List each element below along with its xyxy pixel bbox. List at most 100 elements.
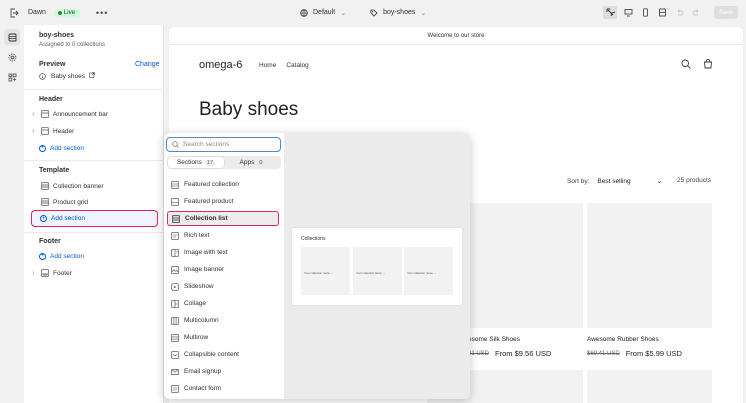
sort-select-value: Best selling bbox=[597, 177, 631, 185]
inspector-icon[interactable] bbox=[603, 6, 617, 19]
fullscreen-icon[interactable] bbox=[657, 7, 668, 18]
section-item-product-grid[interactable]: Product grid bbox=[32, 195, 88, 209]
preview-label: Preview bbox=[39, 61, 66, 68]
template-group-label: Template bbox=[39, 167, 70, 174]
section-option-label: Featured product bbox=[184, 198, 234, 205]
section-item-label: Footer bbox=[53, 269, 72, 277]
page-subtitle: Assigned to 0 collections bbox=[39, 42, 106, 48]
section-item-header[interactable]: › Header bbox=[32, 124, 74, 138]
footer-layout-icon bbox=[40, 269, 49, 278]
nav-home-link[interactable]: Home bbox=[259, 62, 276, 69]
sections-sidebar: boy-shoes Assigned to 0 collections Prev… bbox=[24, 25, 164, 403]
section-option-featured-collection[interactable]: Featured collection bbox=[167, 177, 279, 192]
save-button[interactable]: Save bbox=[714, 6, 738, 19]
store-logo[interactable]: omega-6 bbox=[199, 59, 242, 71]
announcement-bar: Welcome to our store bbox=[169, 27, 743, 45]
add-section-footer-button[interactable]: + Add section bbox=[39, 249, 84, 263]
section-item-label: Header bbox=[53, 127, 75, 135]
image-with-text-icon bbox=[171, 248, 179, 257]
divider bbox=[24, 160, 164, 161]
top-bar-center: Default ⌄ boy-shoes ⌄ bbox=[300, 0, 426, 25]
change-preview-link[interactable]: Change bbox=[135, 61, 160, 68]
contact-form-icon bbox=[171, 384, 179, 393]
section-option-multirow[interactable]: Multirow bbox=[167, 330, 279, 345]
section-layout-icon bbox=[40, 127, 49, 136]
tag-icon bbox=[370, 9, 378, 17]
section-item-footer[interactable]: › Footer bbox=[32, 266, 72, 280]
page-select[interactable]: boy-shoes ⌄ bbox=[370, 9, 426, 17]
product-card-image[interactable] bbox=[587, 203, 712, 328]
multirow-icon bbox=[171, 333, 179, 342]
section-option-collapsible-content[interactable]: Collapsible content bbox=[167, 347, 279, 362]
section-option-contact-form[interactable]: Contact form bbox=[167, 381, 279, 396]
search-sections-field[interactable] bbox=[166, 137, 281, 152]
plus-circle-icon: + bbox=[40, 215, 47, 222]
globe-icon bbox=[300, 8, 308, 17]
sort-select[interactable]: Best selling ⌄ bbox=[597, 177, 662, 186]
preview-collection-tile: Your collection name → bbox=[353, 247, 402, 295]
slideshow-icon bbox=[171, 282, 179, 291]
nav-catalog-link[interactable]: Catalog bbox=[286, 62, 308, 69]
page-title: boy-shoes bbox=[39, 32, 75, 39]
section-option-email-signup[interactable]: Email signup bbox=[167, 364, 279, 379]
section-option-multicolumn[interactable]: Multicolumn bbox=[167, 313, 279, 328]
redo-icon[interactable] bbox=[691, 7, 702, 18]
apps-rail-button[interactable] bbox=[4, 69, 20, 85]
mobile-view-icon[interactable] bbox=[640, 7, 651, 18]
collapsible-content-icon bbox=[171, 350, 179, 359]
section-option-label: Contact form bbox=[184, 385, 222, 392]
template-select[interactable]: Default ⌄ bbox=[300, 8, 346, 17]
divider bbox=[24, 232, 164, 233]
section-option-label: Slideshow bbox=[184, 283, 214, 290]
chevron-right-icon[interactable]: › bbox=[32, 270, 40, 277]
chevron-right-icon[interactable]: › bbox=[32, 111, 40, 118]
sections-rail-button[interactable] bbox=[4, 29, 20, 45]
search-icon bbox=[172, 141, 179, 148]
sort-control[interactable]: Sort by: Best selling ⌄ bbox=[567, 177, 662, 186]
product-card-title[interactable]: Awesome Rubber Shoes bbox=[587, 336, 659, 343]
section-item-announcement-bar[interactable]: › Announcement bar bbox=[32, 107, 108, 121]
section-option-collection-list[interactable]: Collection list bbox=[167, 211, 279, 226]
rich-text-icon bbox=[171, 231, 179, 240]
tab-apps[interactable]: Apps 0 bbox=[224, 157, 280, 168]
section-option-image-with-text[interactable]: Image with text bbox=[167, 245, 279, 260]
section-layout-icon bbox=[40, 182, 49, 191]
collection-list-preview: Collections Your collection name → Your … bbox=[292, 228, 462, 305]
search-icon[interactable] bbox=[681, 59, 691, 71]
section-option-collage[interactable]: Collage bbox=[167, 296, 279, 311]
section-item-collection-banner[interactable]: Collection banner bbox=[32, 179, 104, 193]
preview-tile-label: Your collection name → bbox=[356, 271, 386, 275]
cart-icon[interactable] bbox=[703, 58, 713, 71]
gear-icon bbox=[8, 53, 16, 61]
section-option-label: Rich text bbox=[184, 232, 210, 239]
plus-circle-icon: + bbox=[39, 252, 46, 260]
store-nav: Home Catalog bbox=[259, 62, 309, 69]
section-option-label: Image with text bbox=[184, 249, 228, 256]
section-option-rich-text[interactable]: Rich text bbox=[167, 228, 279, 243]
add-section-header-button[interactable]: + Add section bbox=[39, 141, 84, 155]
section-option-featured-product[interactable]: Featured product bbox=[167, 194, 279, 209]
tab-sections[interactable]: Sections 17 bbox=[168, 157, 224, 168]
top-bar-left: Dawn Live ••• bbox=[8, 0, 108, 25]
theme-settings-rail-button[interactable] bbox=[4, 49, 20, 65]
section-layout-icon bbox=[40, 198, 49, 207]
preview-value[interactable]: Baby shoes bbox=[38, 69, 95, 83]
section-option-label: Email signup bbox=[184, 368, 222, 375]
image-banner-icon bbox=[171, 265, 179, 274]
tab-count: 17 bbox=[204, 159, 216, 166]
collection-list-icon bbox=[172, 214, 180, 223]
undo-icon[interactable] bbox=[674, 7, 685, 18]
more-actions-button[interactable]: ••• bbox=[96, 8, 108, 18]
chevron-right-icon[interactable]: › bbox=[32, 128, 40, 135]
exit-icon[interactable] bbox=[8, 7, 20, 19]
product-card-title[interactable]: esome Silk Shoes bbox=[468, 336, 520, 343]
section-option-image-banner[interactable]: Image banner bbox=[167, 262, 279, 277]
add-section-template-button[interactable]: + Add section bbox=[31, 210, 158, 227]
divider bbox=[24, 89, 164, 90]
search-sections-input[interactable] bbox=[183, 141, 278, 148]
multicolumn-icon bbox=[171, 316, 179, 325]
external-link-icon bbox=[89, 72, 95, 80]
desktop-view-icon[interactable] bbox=[623, 7, 634, 18]
product-card-image[interactable] bbox=[587, 370, 712, 403]
section-option-slideshow[interactable]: Slideshow bbox=[167, 279, 279, 294]
